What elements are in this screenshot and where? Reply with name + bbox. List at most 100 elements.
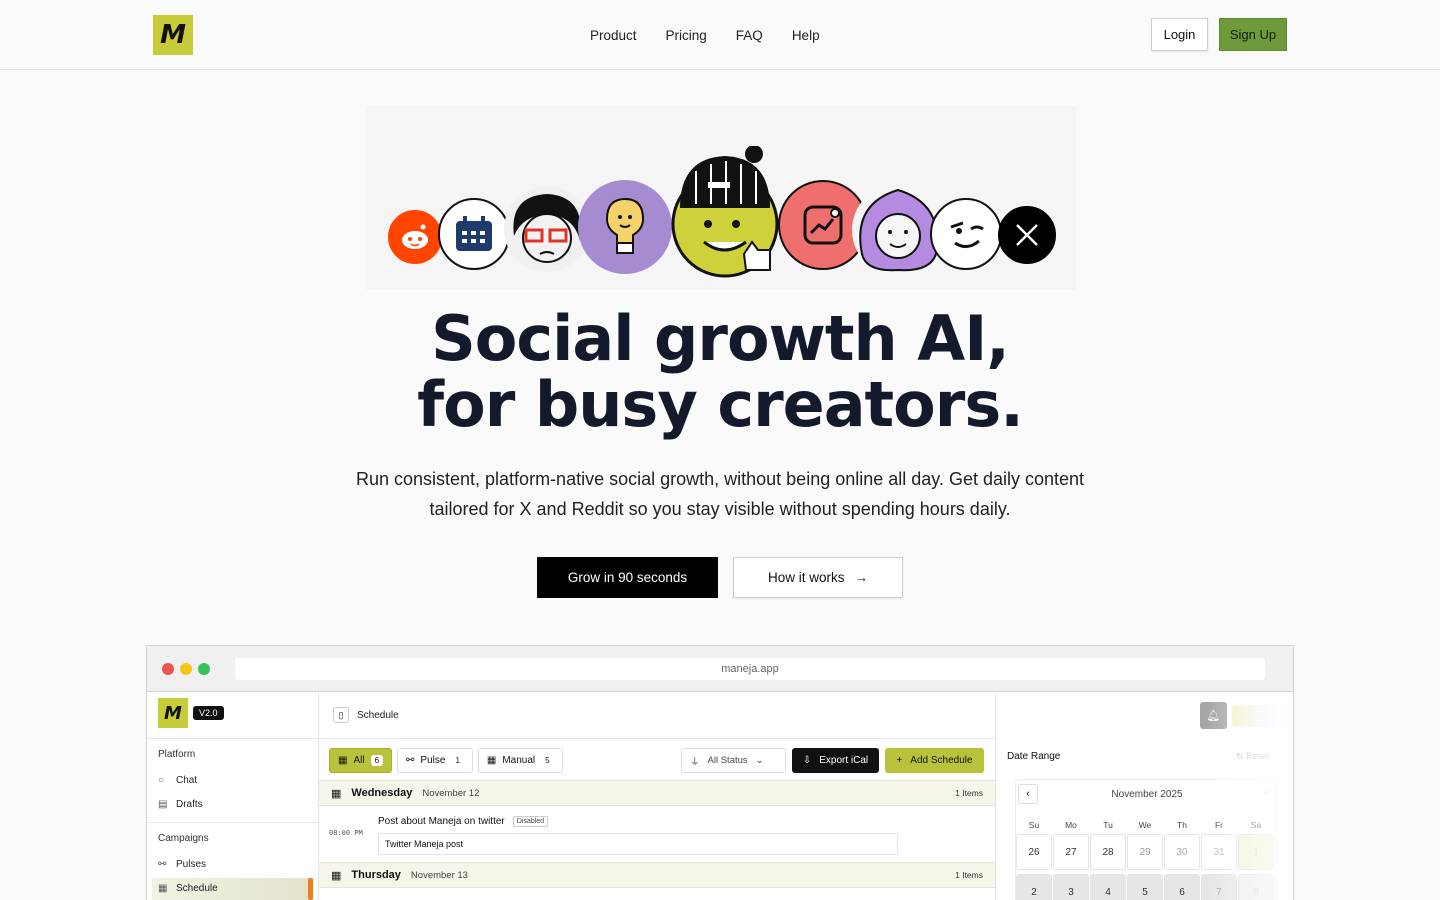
- calendar-day[interactable]: 27: [1053, 834, 1089, 870]
- status-filter-value: All Status: [707, 755, 748, 766]
- day-date: November 12: [422, 787, 480, 799]
- version-badge: V2.0: [193, 706, 224, 720]
- bell-icon[interactable]: 🔔︎: [1200, 702, 1227, 729]
- sidebar-item-pulses[interactable]: ⚯ Pulses: [158, 859, 206, 870]
- day-date: November 13: [410, 869, 468, 881]
- calendar-day[interactable]: 3: [1053, 874, 1089, 900]
- schedule-main-panel: ▯ Schedule ▦ All 6 ⚯ Pulse 1 ▦ Manual 5 …: [319, 693, 995, 900]
- hero-headline-line1: Social growth AI,: [431, 302, 1010, 375]
- campaigns-section-label: Campaigns: [158, 833, 209, 844]
- download-icon: ⇩: [802, 755, 812, 766]
- post-title: Post about Maneja on twitter: [378, 816, 505, 827]
- calendar-day[interactable]: 28: [1090, 834, 1126, 870]
- sidebar-item-drafts[interactable]: ▤ Drafts: [158, 799, 203, 810]
- close-dot-icon: [162, 663, 174, 675]
- how-it-works-button[interactable]: How it works →: [733, 557, 903, 598]
- app-sidebar: M V2.0 Platform ○ Chat ▤ Drafts Campaign…: [147, 693, 319, 900]
- hero-subtitle-line1: Run consistent, platform-native social g…: [355, 469, 1085, 489]
- calendar-month: November 2025: [1111, 789, 1183, 800]
- nav-pricing[interactable]: Pricing: [666, 28, 707, 43]
- sidebar-item-chat[interactable]: ○ Chat: [158, 775, 197, 786]
- calendar-day[interactable]: 26: [1016, 834, 1052, 870]
- signup-button[interactable]: Sign Up: [1219, 18, 1287, 51]
- divider: [319, 738, 995, 739]
- hero-headline: Social growth AI, for busy creators.: [0, 306, 1440, 438]
- calendar-day[interactable]: 30: [1164, 834, 1200, 870]
- reddit-icon: [388, 210, 442, 264]
- calendar-icon: ▦: [331, 869, 342, 882]
- tab-count: 5: [541, 755, 554, 766]
- day-item-count: 1 Items: [955, 788, 983, 798]
- day-header-thursday: ▦ Thursday November 13 1 Items: [319, 862, 995, 888]
- chevron-right-icon[interactable]: ›: [1264, 786, 1268, 798]
- day-name: Thursday: [351, 869, 401, 881]
- tab-pulse[interactable]: ⚯ Pulse 1: [397, 748, 473, 773]
- sidebar-item-schedule[interactable]: ▦ Schedule: [158, 883, 218, 894]
- status-filter-select[interactable]: ⏚ All Status ⌄: [681, 748, 786, 773]
- breadcrumb-label: Schedule: [357, 709, 399, 721]
- maneja-logo[interactable]: M: [153, 15, 193, 55]
- x-logo-icon: [998, 206, 1056, 264]
- add-schedule-button[interactable]: + Add Schedule: [885, 748, 984, 773]
- mascot-icon: [666, 146, 784, 278]
- calendar-day[interactable]: 6: [1164, 874, 1200, 900]
- hero-illustration: [366, 106, 1076, 290]
- how-it-works-label: How it works: [767, 570, 845, 585]
- reset-button[interactable]: ↻ Reset: [1236, 751, 1270, 762]
- day-header-wednesday: ▦ Wednesday November 12 1 Items: [319, 780, 995, 806]
- calendar-icon: ▦: [486, 755, 497, 766]
- chevron-left-icon[interactable]: ‹: [1018, 784, 1038, 804]
- sidebar-item-label: Pulses: [176, 859, 207, 870]
- app-preview-window: maneja.app M V2.0 Platform ○ Chat ▤ Draf…: [146, 645, 1294, 900]
- sidebar-item-label: Chat: [176, 775, 198, 786]
- sidebar-item-label: Schedule: [176, 883, 218, 894]
- winking-face-icon: [930, 198, 1002, 270]
- calendar-day[interactable]: 1: [1238, 834, 1274, 870]
- nav-help[interactable]: Help: [792, 28, 820, 43]
- tab-all[interactable]: ▦ All 6: [329, 748, 393, 773]
- tab-manual[interactable]: ▦ Manual 5: [477, 748, 563, 773]
- tab-count: 1: [451, 755, 464, 766]
- weekday-label: Sa: [1250, 820, 1262, 830]
- filter-tabs: ▦ All 6 ⚯ Pulse 1 ▦ Manual 5: [329, 748, 563, 773]
- hero-headline-line2: for busy creators.: [417, 368, 1024, 441]
- pulse-icon: ⚯: [406, 755, 415, 766]
- nav-product[interactable]: Product: [590, 28, 637, 43]
- day-name: Wednesday: [351, 787, 413, 799]
- login-button[interactable]: Login: [1151, 18, 1208, 51]
- chevron-down-icon: ⌄: [755, 755, 764, 766]
- nav-faq[interactable]: FAQ: [736, 28, 763, 43]
- calendar-icon: [438, 198, 510, 270]
- calendar-day[interactable]: 5: [1127, 874, 1163, 900]
- calendar-icon: ▦: [158, 882, 168, 894]
- status-badge: Disabled: [512, 816, 548, 827]
- calendar-day[interactable]: 4: [1090, 874, 1126, 900]
- app-logo[interactable]: M: [158, 698, 188, 728]
- export-ical-button[interactable]: ⇩ Export iCal: [792, 748, 879, 773]
- sidebar-item-label: Drafts: [176, 799, 203, 810]
- weekday-label: Su: [1028, 820, 1040, 830]
- sidebar-toggle-icon[interactable]: ▯: [333, 707, 349, 723]
- calendar-day[interactable]: 8: [1238, 874, 1274, 900]
- calendar-day[interactable]: 31: [1201, 834, 1237, 870]
- user-menu[interactable]: [1232, 705, 1292, 727]
- hero-subtitle-line2: tailored for X and Reddit so you stay vi…: [429, 499, 1011, 519]
- pulse-icon: ⚯: [158, 858, 167, 870]
- calendar-day[interactable]: 7: [1201, 874, 1237, 900]
- weekday-label: We: [1138, 820, 1152, 830]
- plus-icon: +: [896, 755, 903, 766]
- active-indicator: [308, 878, 313, 900]
- document-icon: ▤: [158, 798, 168, 810]
- date-range-label: Date Range: [1007, 751, 1061, 762]
- tab-label: All: [353, 755, 365, 766]
- date-range-panel: 🔔︎ Date Range ↻ Reset November 2025 ‹ › …: [995, 693, 1293, 900]
- reset-label: Reset: [1246, 751, 1270, 761]
- platform-section-label: Platform: [158, 749, 196, 760]
- grow-button[interactable]: Grow in 90 seconds: [537, 557, 718, 598]
- url-bar[interactable]: maneja.app: [235, 658, 1265, 680]
- calendar-day[interactable]: 2: [1016, 874, 1052, 900]
- app-screen: M V2.0 Platform ○ Chat ▤ Drafts Campaign…: [147, 693, 1293, 900]
- schedule-item[interactable]: 08:00 PM Post about Maneja on twitter Di…: [319, 807, 995, 862]
- top-navigation-bar: M Product Pricing FAQ Help Login Sign Up: [0, 0, 1440, 70]
- calendar-day[interactable]: 29: [1127, 834, 1163, 870]
